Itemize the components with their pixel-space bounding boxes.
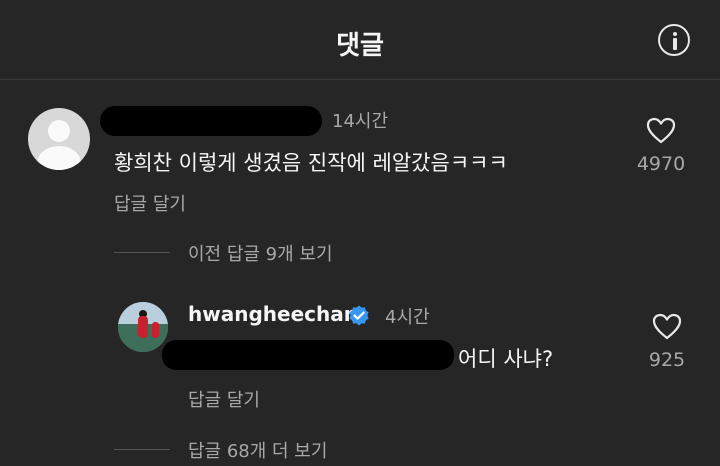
page-title: 댓글 [336, 31, 384, 61]
like-count: 4970 [636, 153, 686, 175]
avatar[interactable] [118, 302, 168, 352]
redacted-text [162, 340, 454, 370]
reply-button[interactable]: 답글 달기 [188, 386, 260, 412]
heart-icon[interactable] [646, 117, 676, 145]
header: 댓글 [0, 0, 720, 80]
divider-line [114, 449, 170, 450]
like-count: 925 [648, 349, 686, 371]
info-icon[interactable] [658, 24, 690, 56]
divider-line [114, 252, 170, 253]
avatar[interactable] [28, 108, 90, 170]
view-previous-replies[interactable]: 이전 답글 9개 보기 [188, 240, 333, 266]
view-more-replies[interactable]: 답글 68개 더 보기 [188, 437, 327, 463]
comment-text: 황희찬 이렇게 생겼음 진작에 레알갔음ㅋㅋㅋ [114, 151, 508, 175]
verified-badge-icon [349, 305, 369, 326]
heart-icon[interactable] [652, 313, 682, 341]
reply-button[interactable]: 답글 달기 [114, 190, 186, 216]
reply-time: 4시간 [385, 307, 430, 328]
reply-text: 어디 사냐? [458, 347, 554, 371]
redacted-username [100, 106, 322, 136]
comment-time: 14시간 [332, 111, 389, 132]
reply-username[interactable]: hwangheechan [188, 302, 358, 326]
